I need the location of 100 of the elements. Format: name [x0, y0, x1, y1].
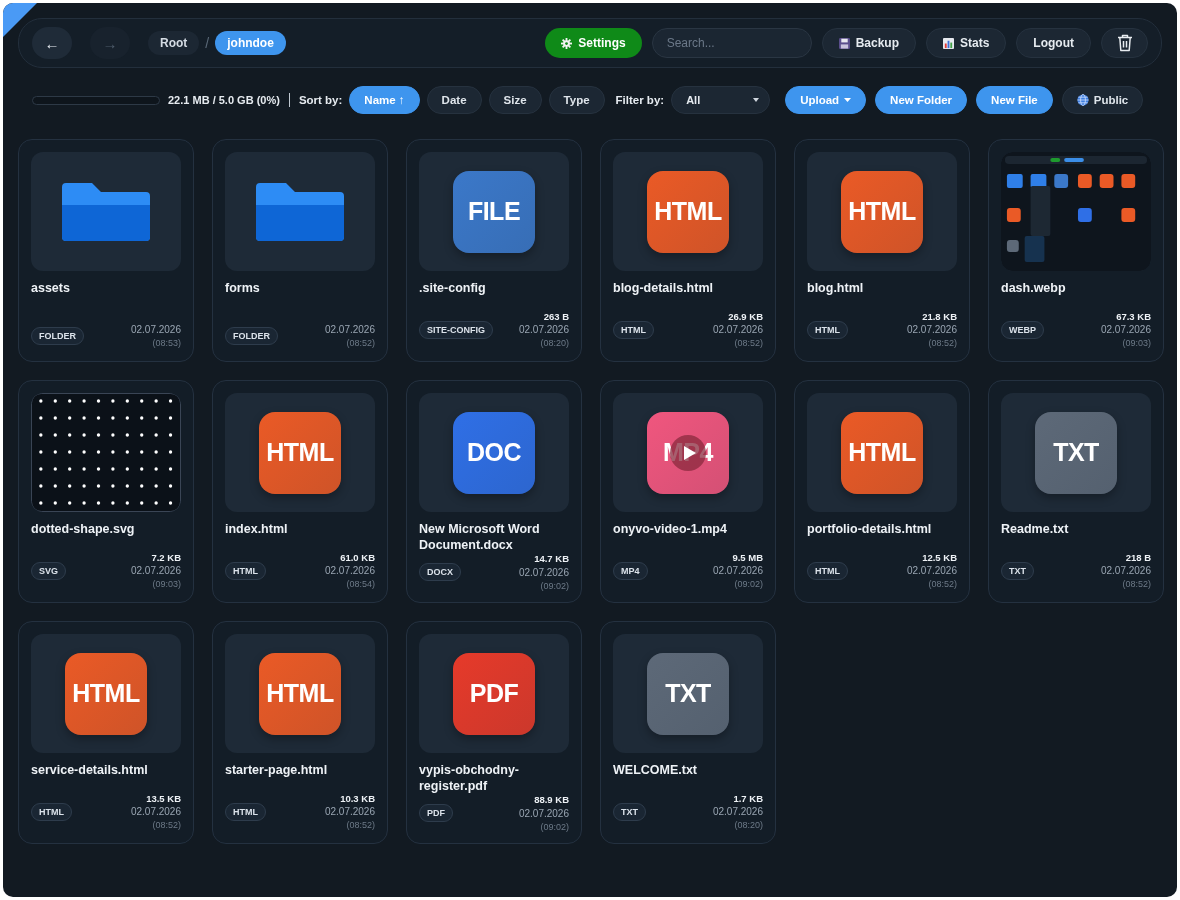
file-time: (08:54) — [346, 577, 375, 590]
file-type-icon: HTML — [647, 170, 729, 253]
file-size: 61.0 KB — [340, 551, 375, 565]
file-name: vypis-obchodny-register.pdf — [419, 763, 520, 795]
file-date: 02.07.2026 — [130, 805, 181, 819]
file-name: .site-config — [419, 281, 487, 297]
trash-icon — [1116, 34, 1133, 52]
folder-icon — [62, 182, 150, 241]
settings-button[interactable]: Settings — [545, 28, 642, 58]
file-type-tag: HTML — [225, 802, 266, 821]
header-button[interactable]: Logout — [1016, 28, 1091, 58]
file-name: assets — [31, 281, 71, 297]
file-time: (08:52) — [928, 336, 957, 349]
file-type-icon: FILE — [453, 170, 535, 253]
file-size: 26.9 KB — [728, 310, 763, 324]
file-size: 88.9 KB — [534, 794, 569, 808]
file-date: 02.07.2026 — [324, 564, 375, 578]
file-time: (09:02) — [734, 577, 763, 590]
file-name: blog-details.html — [613, 281, 714, 297]
file-date: 02.07.2026 — [712, 805, 763, 819]
file-type-tag: SVG — [31, 561, 66, 580]
back-button[interactable]: ← — [32, 27, 72, 59]
file-type-tag: HTML — [613, 320, 654, 339]
file-name: onyvo-video-1.mp4 — [613, 522, 728, 538]
search-field[interactable]: Search... — [651, 28, 812, 58]
file-card[interactable]: forms FOLDER 02.07.2026 (08:52) — [212, 139, 388, 362]
file-date: 02.07.2026 — [130, 564, 181, 578]
file-time: (08:52) — [346, 818, 375, 831]
file-card[interactable]: TXT Readme.txt TXT 218 B 02.07.2026 (08:52) — [988, 380, 1164, 603]
file-size: 218 B — [1125, 551, 1151, 565]
file-date: 02.07.2026 — [518, 566, 569, 580]
file-date: 02.07.2026 — [906, 564, 957, 578]
sort-button[interactable]: Date — [426, 86, 482, 114]
file-card[interactable]: dash.webp WEBP 67.3 KB 02.07.2026 (09:03) — [988, 139, 1164, 362]
file-type-icon: TXT — [647, 652, 729, 735]
file-size: 9.5 MB — [732, 551, 763, 565]
sort-button[interactable]: Size — [488, 86, 542, 114]
file-date: 02.07.2026 — [324, 323, 375, 337]
file-time: (09:02) — [540, 820, 569, 833]
file-card[interactable]: FILE .site-config SITE-CONFIG 263 B 02.07.2026 (08:20) — [406, 139, 582, 362]
file-type-tag: PDF — [419, 804, 453, 823]
file-date: 02.07.2026 — [906, 323, 957, 337]
file-date: 02.07.2026 — [712, 323, 763, 337]
caret-icon — [753, 98, 760, 102]
file-name: index.html — [225, 522, 289, 538]
file-card[interactable]: assets FOLDER 02.07.2026 (08:53) — [18, 139, 194, 362]
file-name: Readme.txt — [1001, 522, 1070, 538]
file-date: 02.07.2026 — [518, 323, 569, 337]
file-name: service-details.html — [31, 763, 149, 779]
file-card[interactable]: HTML starter-page.html HTML 10.3 KB 02.07.2026 (08:52) — [212, 621, 388, 844]
file-time: (08:52) — [734, 336, 763, 349]
file-date: 02.07.2026 — [130, 323, 181, 337]
file-type-tag: HTML — [31, 802, 72, 821]
file-type-icon: HTML — [841, 411, 923, 494]
file-card[interactable]: HTML index.html HTML 61.0 KB 02.07.2026 (08:54) — [212, 380, 388, 603]
file-card[interactable]: HTML blog-details.html HTML 26.9 KB 02.07.2026 (08:52) — [600, 139, 776, 362]
file-time: (08:20) — [734, 818, 763, 831]
public-button[interactable]: Public — [1061, 86, 1144, 114]
file-name: WELCOME.txt — [613, 763, 699, 779]
sort-label: Sort by: — [298, 94, 343, 106]
file-size: 14.7 KB — [534, 553, 569, 567]
gear-icon — [561, 37, 573, 49]
file-type-icon: DOC — [453, 411, 535, 494]
sort-button[interactable]: Type — [548, 86, 605, 114]
filter-select[interactable]: All — [671, 86, 771, 114]
file-name: forms — [225, 281, 261, 297]
file-type-icon: TXT — [1035, 411, 1117, 494]
file-card[interactable]: dotted-shape.svg SVG 7.2 KB 02.07.2026 (09:03) — [18, 380, 194, 603]
storage-reading: 22.1 MB / 5.0 GB (0%) — [168, 94, 280, 106]
folder-icon — [256, 182, 344, 241]
file-type-tag: TXT — [1001, 561, 1034, 580]
filter-label: Filter by: — [615, 94, 665, 106]
file-type-tag: HTML — [225, 561, 266, 580]
file-type-tag: HTML — [807, 561, 848, 580]
file-time: (09:03) — [152, 577, 181, 590]
file-type-tag: DOCX — [419, 563, 461, 582]
file-card[interactable]: HTML portfolio-details.html HTML 12.5 KB 02.07.2026 (08:52) — [794, 380, 970, 603]
file-type-icon: HTML — [65, 652, 147, 735]
file-size: 263 B — [543, 310, 569, 324]
file-card[interactable]: TXT WELCOME.txt TXT 1.7 KB 02.07.2026 (08:20) — [600, 621, 776, 844]
file-date: 02.07.2026 — [1100, 323, 1151, 337]
file-time: (09:02) — [540, 579, 569, 592]
file-card[interactable]: DOC New Microsoft Word Document.docx DOCX 14.7 KB 02.07.2026 (09:02) — [406, 380, 582, 603]
file-card[interactable]: PDF vypis-obchodny-register.pdf PDF 88.9 KB 02.07.2026 (09:02) — [406, 621, 582, 844]
file-card[interactable]: HTML service-details.html HTML 13.5 KB 02.07.2026 (08:52) — [18, 621, 194, 844]
file-type-tag: FOLDER — [225, 327, 278, 346]
file-date: 02.07.2026 — [518, 807, 569, 821]
file-name: dotted-shape.svg — [31, 522, 136, 538]
file-type-tag: SITE-CONFIG — [419, 320, 493, 339]
file-time: (08:53) — [152, 336, 181, 349]
file-time: (09:03) — [1122, 336, 1151, 349]
file-card[interactable]: HTML blog.html HTML 21.8 KB 02.07.2026 (08:52) — [794, 139, 970, 362]
file-name: portfolio-details.html — [807, 522, 933, 538]
breadcrumb[interactable]: Root — [148, 31, 200, 55]
delete-button[interactable] — [1101, 28, 1148, 58]
header-button[interactable]: Stats — [926, 28, 1007, 58]
file-type-icon: HTML — [841, 170, 923, 253]
bar-chart-icon — [943, 37, 954, 49]
header-button[interactable]: Backup — [821, 28, 916, 58]
file-size: 13.5 KB — [146, 792, 181, 806]
